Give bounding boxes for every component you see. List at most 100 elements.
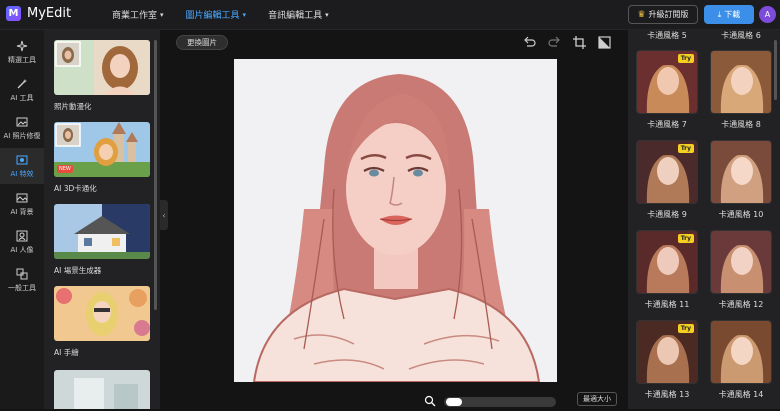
tool-partial-next[interactable] (54, 370, 150, 409)
tool-label: AI 手繪 (54, 348, 79, 357)
rail-label: 一般工具 (8, 283, 36, 292)
style-panel-scrollbar[interactable] (774, 40, 777, 100)
chevron-left-icon: ‹ (162, 210, 166, 220)
style-label: 卡通風格 12 (718, 300, 764, 309)
canvas-toolbar (522, 35, 612, 50)
swap-image-button[interactable]: 更換圖片 (176, 35, 228, 50)
style-label: 卡通風格 8 (721, 120, 761, 129)
next-tool-thumbnail (54, 370, 150, 409)
zoom-slider-knob[interactable] (446, 397, 462, 406)
nav-label: 音訊編輯工具 (268, 11, 323, 21)
style-card[interactable]: 卡通風格 10 (710, 140, 772, 220)
sparkle-icon (16, 40, 28, 52)
style-card[interactable]: 卡通風格 14 (710, 320, 772, 400)
style-thumbnail: Try (636, 50, 698, 114)
compare-icon[interactable] (597, 35, 612, 50)
rail-label: AI 工具 (10, 93, 34, 102)
style-thumbnail: Try (636, 140, 698, 204)
style-card[interactable]: 卡通風格 12 (710, 230, 772, 310)
nav-audio-tools[interactable]: 音訊編輯工具 ▾ (268, 8, 329, 22)
style-label: 卡通風格 14 (718, 390, 764, 399)
nav-label: 商業工作室 (112, 11, 158, 21)
try-badge: Try (677, 234, 694, 243)
left-rail: 精選工具 AI 工具 AI 照片修復 AI 特效 AI 背景 AI 人像 一般工… (0, 30, 44, 409)
crown-icon: ♛ (637, 9, 646, 20)
top-nav: 商業工作室 ▾ 圖片編輯工具 ▾ 音訊編輯工具 ▾ (112, 8, 329, 22)
download-label: 下載 (724, 10, 741, 19)
style-thumbnail: Try (636, 320, 698, 384)
ai-hand-drawn-thumbnail (54, 286, 150, 341)
collapse-panel-button[interactable]: ‹ (160, 200, 168, 230)
ai-scene-generator-thumbnail (54, 204, 150, 259)
top-bar: M MyEdit 商業工作室 ▾ 圖片編輯工具 ▾ 音訊編輯工具 ▾ ♛ 升級訂閱版 … (0, 0, 780, 30)
rail-label: AI 照片修復 (3, 131, 41, 140)
photo-to-anime-thumbnail (54, 40, 150, 95)
nav-image-tools[interactable]: 圖片編輯工具 ▾ (185, 8, 247, 22)
style-label: 卡通風格 13 (644, 390, 690, 399)
chevron-down-icon: ▾ (325, 10, 329, 19)
tool-ai-scene-generator[interactable]: AI 場景生成器 (54, 204, 150, 276)
download-button[interactable]: ⤓ 下載 (704, 5, 754, 24)
rail-ai-tools[interactable]: AI 工具 (0, 72, 44, 108)
style-card[interactable]: Try 卡通風格 7 (636, 50, 698, 130)
zoom-controls (424, 392, 556, 411)
background-icon (16, 192, 28, 204)
download-icon: ⤓ (717, 9, 722, 19)
magic-wand-icon (16, 78, 28, 90)
edited-image (234, 59, 557, 382)
style-label: 卡通風格 7 (647, 120, 687, 129)
rail-general-tools[interactable]: 一般工具 (0, 262, 44, 298)
photo-restore-icon (16, 116, 28, 128)
try-badge: Try (677, 324, 694, 333)
style-thumbnail (710, 140, 772, 204)
rail-label: 精選工具 (8, 55, 36, 64)
tool-ai-hand-drawn[interactable]: AI 手繪 (54, 286, 150, 358)
style-label: 卡通風格 6 (721, 31, 761, 40)
rail-ai-background[interactable]: AI 背景 (0, 186, 44, 222)
chevron-down-icon: ▾ (160, 10, 164, 19)
app-logo[interactable]: M MyEdit (6, 6, 71, 21)
rail-ai-photo-restore[interactable]: AI 照片修復 (0, 110, 44, 146)
upgrade-button[interactable]: ♛ 升級訂閱版 (628, 5, 698, 24)
tool-panel-scrollbar[interactable] (154, 40, 157, 310)
zoom-slider[interactable] (444, 396, 556, 407)
tool-ai-3d-cartoon[interactable]: NEW AI 3D卡通化 (54, 122, 150, 194)
style-label: 卡通風格 5 (647, 31, 687, 40)
try-badge: Try (677, 144, 694, 153)
undo-icon[interactable] (522, 35, 537, 50)
app-name: MyEdit (27, 6, 72, 21)
crop-icon[interactable] (572, 35, 587, 50)
rail-label: AI 特效 (10, 169, 34, 178)
fit-to-screen-button[interactable]: 最適大小 (577, 392, 617, 406)
rail-featured-tools[interactable]: 精選工具 (0, 34, 44, 70)
redo-icon[interactable] (547, 35, 562, 50)
rail-ai-portrait[interactable]: AI 人像 (0, 224, 44, 260)
style-panel: 卡通風格 5 卡通風格 6 Try 卡通風格 7 卡通風格 8 Try 卡通風格 9 卡通… (628, 30, 780, 409)
rail-ai-effects[interactable]: AI 特效 (0, 148, 44, 184)
new-badge: NEW (57, 165, 73, 173)
avatar[interactable]: A (759, 6, 776, 23)
effects-icon (16, 154, 28, 166)
tool-panel: 照片動漫化 NEW AI 3D卡通化 AI 場景生成器 AI 手繪 (44, 30, 160, 409)
style-card[interactable]: 卡通風格 8 (710, 50, 772, 130)
style-card[interactable]: Try 卡通風格 13 (636, 320, 698, 400)
style-card[interactable]: Try 卡通風格 9 (636, 140, 698, 220)
style-label: 卡通風格 10 (718, 210, 764, 219)
style-card[interactable]: Try 卡通風格 11 (636, 230, 698, 310)
style-thumbnail (710, 50, 772, 114)
general-tools-icon (16, 268, 28, 280)
portrait-icon (16, 230, 28, 242)
tool-label: AI 3D卡通化 (54, 184, 97, 193)
style-label: 卡通風格 9 (647, 210, 687, 219)
zoom-icon (424, 392, 436, 411)
rail-label: AI 背景 (10, 207, 34, 216)
nav-label: 圖片編輯工具 (185, 11, 240, 21)
logo-mark: M (6, 6, 21, 21)
chevron-down-icon: ▾ (242, 10, 247, 19)
style-thumbnail (710, 230, 772, 294)
rail-label: AI 人像 (10, 245, 34, 254)
tool-photo-to-anime[interactable]: 照片動漫化 (54, 40, 150, 112)
style-label: 卡通風格 11 (644, 300, 690, 309)
style-thumbnail: Try (636, 230, 698, 294)
nav-business-studio[interactable]: 商業工作室 ▾ (112, 8, 164, 22)
